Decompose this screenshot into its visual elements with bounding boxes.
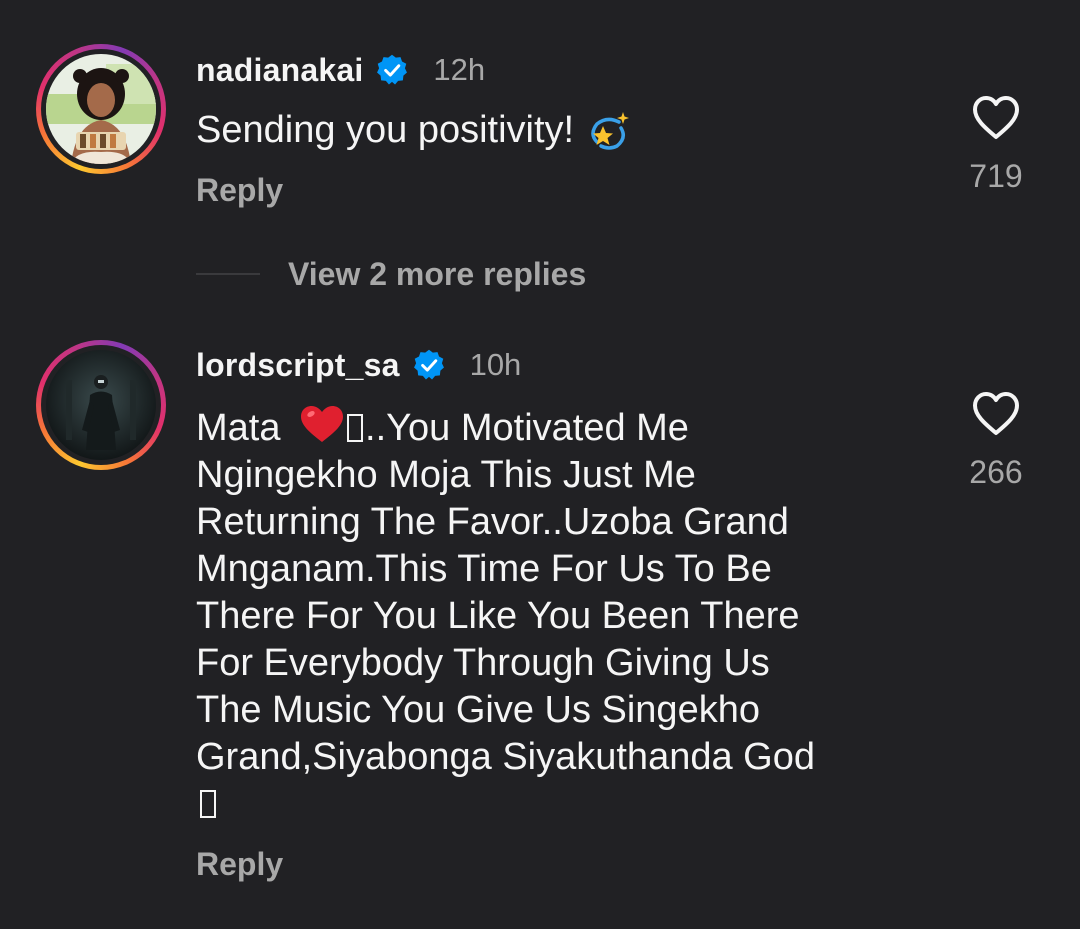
username[interactable]: lordscript_sa [196, 347, 400, 384]
comment-lordscript_sa: lordscript_sa 10h Mata ..You Motivated M… [0, 320, 1080, 920]
comment-line: Grand,Siyabonga Siyakuthanda God [196, 736, 815, 778]
avatar[interactable] [46, 54, 156, 164]
username[interactable]: nadianakai [196, 52, 363, 89]
missing-glyph-icon [200, 790, 216, 818]
view-more-replies[interactable]: View 2 more replies [196, 251, 586, 297]
like-column: 719 [946, 94, 1046, 195]
comment-line: For Everybody Through Giving Us [196, 642, 770, 684]
heart-icon[interactable] [971, 390, 1021, 436]
comment-line: Mata ..You Motivated Me [196, 404, 916, 452]
avatar[interactable] [46, 350, 156, 460]
reply-button[interactable]: Reply [196, 846, 283, 883]
comment-line: The Music You Give Us Singekho [196, 689, 760, 731]
divider-line [196, 273, 260, 275]
red-heart-emoji-icon [301, 406, 344, 442]
missing-glyph-icon [347, 414, 364, 442]
comment-line: Ngingekho Moja This Just Me [196, 454, 696, 496]
comment-text: Mata ..You Motivated Me Ngingekho Moja T… [196, 404, 916, 828]
verified-badge-icon [377, 54, 408, 85]
comment-text-content: Sending you positivity! [196, 109, 575, 151]
comment-line: There For You Like You Been There [196, 595, 800, 637]
timestamp: 10h [469, 347, 522, 382]
avatar-story-ring[interactable] [36, 44, 166, 174]
like-column: 266 [946, 390, 1046, 491]
comment-line [196, 781, 916, 828]
heart-icon[interactable] [971, 94, 1021, 140]
comment-text: Sending you positivity! [196, 107, 916, 154]
like-count: 266 [969, 454, 1023, 490]
avatar-story-ring[interactable] [36, 340, 166, 470]
reply-button[interactable]: Reply [196, 172, 283, 209]
dizzy-star-emoji-icon [590, 111, 629, 150]
view-more-replies-label[interactable]: View 2 more replies [288, 256, 586, 293]
verified-badge-icon [413, 349, 444, 380]
comment-line: Returning The Favor..Uzoba Grand [196, 501, 789, 543]
timestamp: 12h [433, 52, 486, 87]
comment-line-text: ..You Motivated Me [365, 407, 689, 449]
comment-line-text: Mata [196, 407, 281, 449]
comment-nadianakai: nadianakai 12h Sending you positivity! R… [0, 0, 1080, 240]
like-count: 719 [969, 158, 1023, 194]
comment-line: Mnganam.This Time For Us To Be [196, 548, 772, 590]
